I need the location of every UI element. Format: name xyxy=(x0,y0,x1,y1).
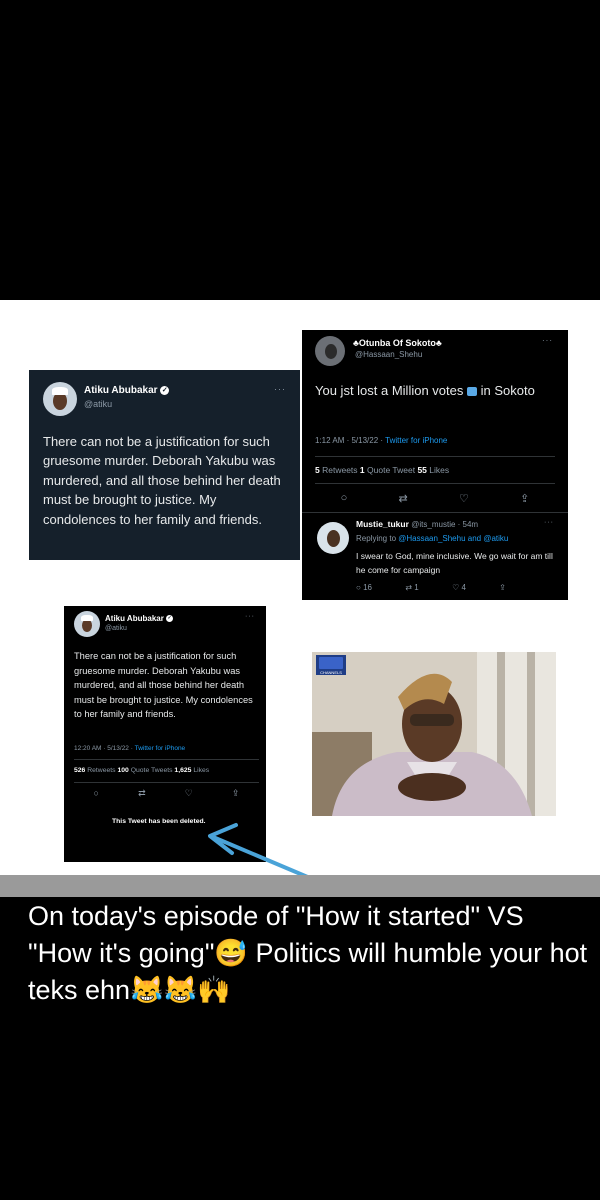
reply-author-name[interactable]: Mustie_tukur @its_mustie · 54m xyxy=(356,519,478,529)
verified-icon: ✓ xyxy=(166,615,174,623)
source-link[interactable]: Twitter for iPhone xyxy=(385,436,447,445)
divider xyxy=(74,782,259,783)
like-icon[interactable]: ♡ 4 xyxy=(452,583,466,592)
verified-icon: ✓ xyxy=(160,385,170,395)
share-icon[interactable]: ⇪ xyxy=(499,583,506,592)
author-handle[interactable]: @Hassaan_Shehu xyxy=(355,350,422,359)
action-bar: ○ ⇄ ♡ ⇪ xyxy=(315,490,555,506)
tweet-stats[interactable]: 526 Retweets 100 Quote Tweets 1,625 Like… xyxy=(74,767,209,774)
reply-text: I swear to God, mine inclusive. We go wa… xyxy=(356,551,553,575)
more-icon[interactable]: ··· xyxy=(544,519,554,526)
share-icon[interactable]: ⇪ xyxy=(232,788,240,799)
share-icon[interactable]: ⇪ xyxy=(520,492,529,505)
source-link[interactable]: Twitter for iPhone xyxy=(135,745,186,752)
divider xyxy=(315,456,555,457)
channels-logo: CHANNELS xyxy=(316,655,346,675)
retweet-icon[interactable]: ⇄ xyxy=(399,492,408,505)
top-black-area xyxy=(0,0,600,300)
like-icon[interactable]: ♡ xyxy=(185,788,193,799)
more-icon[interactable]: ··· xyxy=(245,613,255,620)
reply-icon[interactable]: ○ xyxy=(94,788,99,798)
mention-links[interactable]: @Hassaan_Shehu and @atiku xyxy=(398,534,508,543)
author-handle[interactable]: @atiku xyxy=(84,399,112,409)
more-icon[interactable]: ··· xyxy=(274,384,286,394)
divider xyxy=(74,759,259,760)
reply-icon[interactable]: ○ 16 xyxy=(356,583,372,592)
author-name[interactable]: Atiku Abubakar ✓ xyxy=(84,385,170,396)
tweet-text: You jst lost a Million votes in Sokoto xyxy=(315,383,535,398)
tweet-text: There can not be a justification for suc… xyxy=(74,651,253,719)
tweet-atiku-deleted[interactable]: Atiku Abubakar ✓ @atiku ··· There can no… xyxy=(64,606,266,862)
retweet-icon[interactable]: ⇄ 1 xyxy=(405,583,418,592)
divider xyxy=(302,512,568,513)
spade-icon: ♣ xyxy=(435,338,442,348)
ballot-box-icon xyxy=(467,387,477,397)
avatar[interactable] xyxy=(74,611,100,637)
author-handle[interactable]: @atiku xyxy=(105,625,127,632)
tweet-text: There can not be a justification for suc… xyxy=(43,434,281,527)
reply-handle: @its_mustie · 54m xyxy=(411,520,479,529)
deleted-notice: This Tweet has been deleted. xyxy=(112,818,206,825)
reply-action-bar: ○ 16 ⇄ 1 ♡ 4 ⇪ xyxy=(356,581,506,593)
retweet-icon[interactable]: ⇄ xyxy=(138,788,146,799)
author-name[interactable]: Atiku Abubakar ✓ xyxy=(105,614,174,623)
author-name[interactable]: ♣Otunba Of Sokoto♣ xyxy=(353,338,442,348)
tweet-otunba-reply-thread[interactable]: ♣Otunba Of Sokoto♣ @Hassaan_Shehu ··· Yo… xyxy=(302,330,568,600)
avatar[interactable] xyxy=(43,382,77,416)
like-icon[interactable]: ♡ xyxy=(459,492,469,505)
tweet-timestamp: 12:20 AM · 5/13/22 · Twitter for iPhone xyxy=(74,745,186,752)
replying-to: Replying to @Hassaan_Shehu and @atiku xyxy=(356,534,509,543)
news-photo-politician: CHANNELS xyxy=(312,652,556,816)
avatar[interactable] xyxy=(315,336,345,366)
tweet-stats[interactable]: 5 Retweets 1 Quote Tweet 55 Likes xyxy=(315,465,449,475)
reply-avatar[interactable] xyxy=(317,522,349,554)
tweet-timestamp: 1:12 AM · 5/13/22 · Twitter for iPhone xyxy=(315,436,448,445)
status-caption: On today's episode of "How it started" V… xyxy=(28,901,588,1005)
tweet-atiku-original[interactable]: Atiku Abubakar ✓ @atiku ··· There can no… xyxy=(29,370,300,560)
action-bar: ○ ⇄ ♡ ⇪ xyxy=(74,787,259,799)
divider xyxy=(315,483,555,484)
caption-band xyxy=(0,875,600,897)
more-icon[interactable]: ··· xyxy=(542,336,553,345)
photo-illustration xyxy=(312,652,556,816)
reply-icon[interactable]: ○ xyxy=(341,492,348,504)
